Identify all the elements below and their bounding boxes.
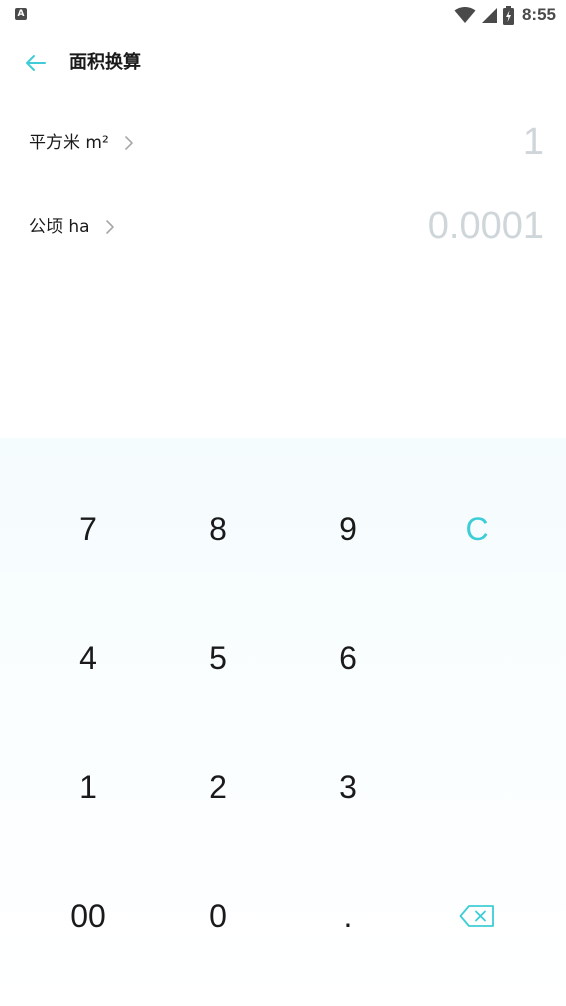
key-1[interactable]: 1	[23, 737, 153, 837]
chevron-right-icon	[124, 136, 133, 150]
key-2[interactable]: 2	[153, 737, 283, 837]
key-0[interactable]: 0	[153, 866, 283, 966]
key-double-zero[interactable]: 00	[23, 866, 153, 966]
key-9[interactable]: 9	[283, 479, 413, 579]
conversion-row-hectare: 公顷 ha 0.0001	[0, 194, 566, 260]
key-8[interactable]: 8	[153, 479, 283, 579]
key-6[interactable]: 6	[283, 608, 413, 708]
value-field-square-meter[interactable]: 1	[523, 116, 544, 168]
status-time: 8:55	[521, 5, 556, 24]
back-button[interactable]	[20, 48, 52, 78]
unit-label: 平方米 m²	[29, 133, 109, 153]
backspace-button[interactable]	[412, 866, 542, 966]
value-field-hectare[interactable]: 0.0001	[428, 200, 544, 252]
backspace-icon	[459, 905, 494, 927]
unit-label: 公顷 ha	[29, 217, 90, 237]
key-7[interactable]: 7	[23, 479, 153, 579]
app-notification-icon: A	[15, 8, 27, 20]
unit-selector-hectare[interactable]: 公顷 ha	[29, 212, 116, 242]
conversion-row-square-meter: 平方米 m² 1	[0, 110, 566, 176]
keypad: 7 8 9 C 4 5 6 1 2 3 00 0 .	[0, 438, 566, 1006]
battery-charging-icon	[502, 5, 514, 25]
key-decimal-point[interactable]: .	[283, 866, 413, 966]
unit-selector-square-meter[interactable]: 平方米 m²	[29, 128, 135, 158]
status-bar: A 8:55	[0, 0, 566, 30]
status-indicators: 8:55	[454, 4, 556, 26]
header: 面积换算	[0, 36, 566, 90]
arrow-left-icon	[26, 55, 46, 71]
cell-signal-icon	[481, 7, 497, 23]
key-5[interactable]: 5	[153, 608, 283, 708]
key-3[interactable]: 3	[283, 737, 413, 837]
wifi-icon	[454, 6, 476, 23]
page-title: 面积换算	[69, 52, 141, 73]
chevron-right-icon	[105, 220, 114, 234]
key-4[interactable]: 4	[23, 608, 153, 708]
key-clear[interactable]: C	[412, 479, 542, 579]
